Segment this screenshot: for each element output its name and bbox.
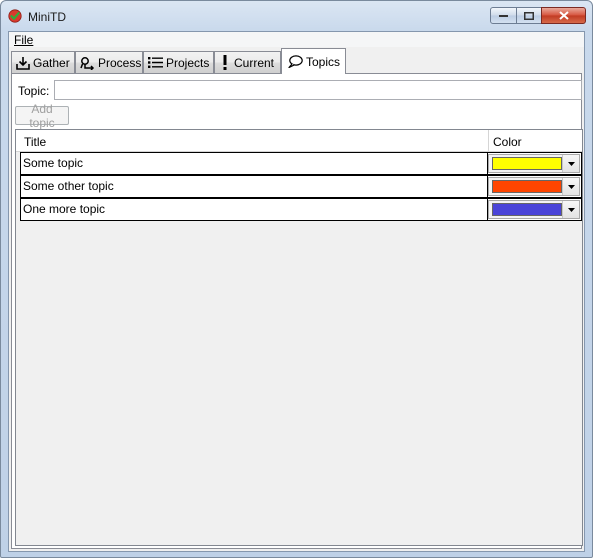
tab-current[interactable]: Current — [214, 51, 281, 73]
column-header-title[interactable]: Title — [24, 135, 46, 149]
app-window: MiniTD File Gather Process Projects Curr… — [0, 0, 593, 558]
color-select[interactable] — [488, 200, 580, 219]
download-icon — [16, 56, 30, 70]
process-icon — [80, 56, 95, 70]
color-swatch — [492, 180, 562, 193]
dropdown-arrow-button[interactable] — [562, 201, 579, 218]
grid-header: Title Color — [16, 130, 582, 152]
chevron-down-icon — [567, 184, 575, 189]
topic-label: Topic: — [18, 84, 50, 98]
topic-title-cell[interactable]: Some topic — [23, 156, 83, 170]
topic-title-cell[interactable]: One more topic — [23, 202, 105, 216]
chevron-down-icon — [567, 161, 575, 166]
topic-input[interactable] — [54, 80, 582, 100]
tab-process-label: Process — [98, 55, 142, 70]
list-icon — [148, 56, 163, 69]
tab-strip: Gather Process Projects Current Topics — [11, 48, 582, 74]
color-select[interactable] — [488, 154, 580, 173]
tab-process[interactable]: Process — [75, 51, 143, 73]
menu-file-label: File — [14, 33, 34, 47]
minimize-button[interactable] — [490, 7, 517, 24]
topics-tab-panel: Topic: Add topic Title Color Some topic — [11, 73, 583, 549]
color-swatch — [492, 157, 562, 170]
column-divider[interactable] — [488, 130, 489, 151]
tab-topics[interactable]: Topics — [281, 48, 346, 74]
topics-grid: Title Color Some topic Some other topic … — [15, 129, 583, 546]
add-topic-button[interactable]: Add topic — [15, 102, 69, 130]
title-bar[interactable]: MiniTD — [1, 1, 592, 31]
caption-buttons — [490, 7, 586, 25]
chevron-down-icon — [567, 207, 575, 212]
tab-projects[interactable]: Projects — [143, 51, 214, 73]
column-header-color[interactable]: Color — [493, 135, 522, 149]
dropdown-arrow-button[interactable] — [562, 155, 579, 172]
color-swatch — [492, 203, 562, 216]
client-area: File Gather Process Projects Current Top… — [8, 31, 585, 552]
table-row[interactable]: Some other topic — [20, 175, 582, 198]
menu-bar: File — [9, 32, 584, 47]
tab-topics-label: Topics — [306, 54, 341, 69]
dropdown-arrow-button[interactable] — [562, 178, 579, 195]
minimize-icon — [499, 14, 508, 17]
exclamation-icon — [219, 55, 231, 70]
tab-gather[interactable]: Gather — [11, 51, 75, 73]
topic-title-cell[interactable]: Some other topic — [23, 179, 114, 193]
tab-current-label: Current — [234, 55, 275, 70]
color-select[interactable] — [488, 177, 580, 196]
app-logo-icon — [8, 9, 22, 23]
tab-projects-label: Projects — [166, 55, 210, 70]
menu-file[interactable]: File — [14, 33, 33, 47]
window-title: MiniTD — [28, 10, 66, 24]
close-icon — [558, 11, 569, 20]
maximize-button[interactable] — [516, 7, 542, 24]
table-row[interactable]: Some topic — [20, 152, 582, 175]
table-row[interactable]: One more topic — [20, 198, 582, 221]
maximize-icon — [524, 11, 534, 20]
tab-gather-label: Gather — [33, 55, 70, 70]
speech-bubble-icon — [288, 55, 303, 68]
close-button[interactable] — [541, 7, 586, 24]
